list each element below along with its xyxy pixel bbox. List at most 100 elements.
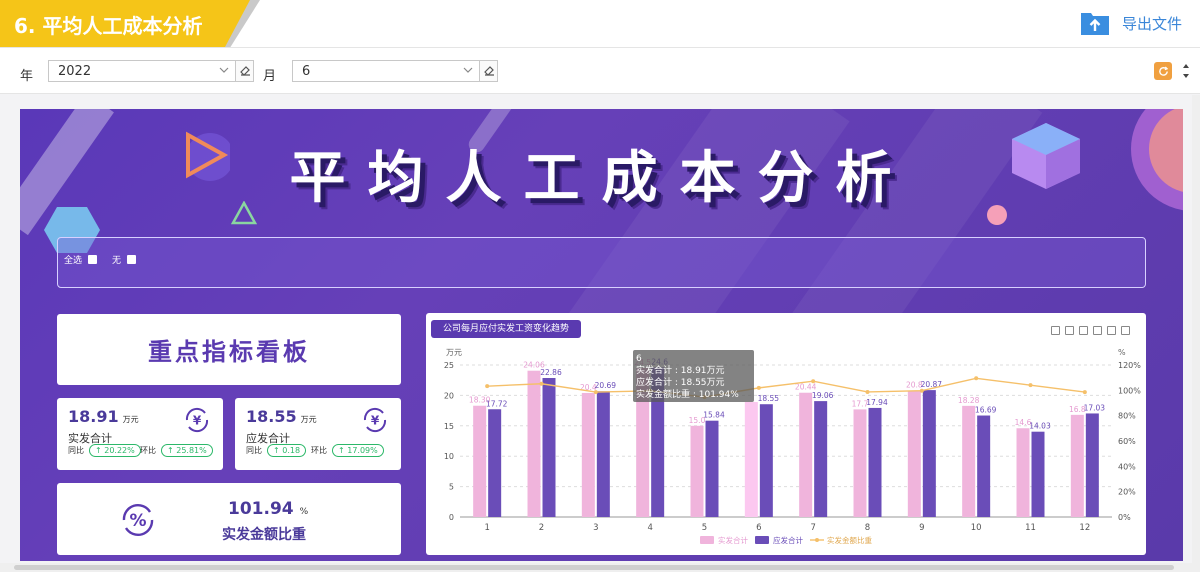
svg-text:¥: ¥ xyxy=(193,414,202,428)
status-badge: ↑ 17.09% xyxy=(332,444,384,457)
x-tick-label: 9 xyxy=(919,523,924,533)
month-value: 6 xyxy=(302,64,311,79)
percent-cycle-icon: % xyxy=(122,504,154,536)
export-label: 导出文件 xyxy=(1121,14,1182,33)
y-tick-label: 0 xyxy=(449,513,454,522)
page-title: 6. 平均人工成本分析 xyxy=(14,14,203,38)
ratio-name: 实发金额比重 xyxy=(222,527,306,543)
bar-actual xyxy=(853,409,867,517)
y2-tick-label: 0% xyxy=(1118,513,1131,522)
up-down-arrows-icon[interactable] xyxy=(1181,60,1191,82)
tooltip-line: 实发金额比重 : 101.94% xyxy=(636,390,739,400)
left-axis-unit: 万元 xyxy=(446,348,462,357)
y2-tick-label: 100% xyxy=(1118,386,1141,395)
checkbox-select-all[interactable]: 全选 xyxy=(64,253,98,266)
horizontal-scrollbar[interactable] xyxy=(0,563,1192,572)
x-tick-label: 8 xyxy=(865,523,870,533)
refresh-button[interactable] xyxy=(1154,62,1172,80)
point-ratio xyxy=(974,376,979,381)
x-tick-label: 11 xyxy=(1025,523,1036,533)
x-tick-label: 5 xyxy=(702,523,707,533)
yuan-coin-icon: ¥ xyxy=(363,407,387,433)
month-clear-button[interactable] xyxy=(480,60,498,82)
bar-payable xyxy=(759,404,773,517)
x-tick-label: 7 xyxy=(810,523,815,533)
chart-title: 公司每月应付实发工资变化趋势 xyxy=(431,320,582,338)
point-ratio xyxy=(919,388,924,393)
bar-actual xyxy=(527,370,541,517)
legend-swatch-actual xyxy=(700,536,714,544)
bar-actual xyxy=(473,405,487,517)
y2-tick-label: 120% xyxy=(1118,361,1141,370)
line-ratio xyxy=(487,377,1085,398)
top-bar: 6. 平均人工成本分析 导出文件 xyxy=(0,0,1200,48)
kpi-yoy: 同比 ↑ 20.22% xyxy=(68,444,141,457)
year-value: 2022 xyxy=(58,64,92,79)
dashboard-hero-title: 平均人工成本分析 xyxy=(289,146,914,211)
bar-actual xyxy=(907,390,921,517)
export-button[interactable]: 导出文件 xyxy=(1080,10,1182,36)
x-tick-label: 1 xyxy=(484,523,489,533)
checkbox-none[interactable]: 无 xyxy=(112,253,137,266)
y-tick-label: 10 xyxy=(444,452,454,461)
bar-actual xyxy=(1070,414,1084,517)
y-tick-label: 25 xyxy=(444,361,454,370)
bar-payable xyxy=(705,420,719,517)
data-label-payable: 17.72 xyxy=(486,399,508,408)
bar-switch-icon[interactable] xyxy=(1093,326,1102,335)
svg-text:¥: ¥ xyxy=(371,414,380,428)
bar-payable xyxy=(868,407,882,517)
legend-label-ratio: 实发金额比重 xyxy=(827,535,872,545)
restore-icon[interactable] xyxy=(1107,326,1116,335)
chart-tooltip: 6 实发合计 : 18.91万元 应发合计 : 18.55万元 实发金额比重 :… xyxy=(633,350,754,402)
bar-payable xyxy=(1085,413,1099,517)
upload-folder-icon xyxy=(1080,13,1109,35)
kpi-value: 18.55 万元 xyxy=(246,407,317,426)
data-label-payable: 18.55 xyxy=(758,394,780,403)
month-label: 月 xyxy=(263,69,277,84)
kpi-mom: 环比 ↑ 17.09% xyxy=(311,444,384,457)
bar-actual xyxy=(799,392,813,517)
point-ratio xyxy=(811,379,816,384)
checkbox-box[interactable] xyxy=(88,255,98,264)
title-tab: 6. 平均人工成本分析 xyxy=(0,0,260,47)
vertical-scrollbar[interactable] xyxy=(1192,95,1200,572)
checkbox-label: 无 xyxy=(112,256,122,266)
point-ratio xyxy=(593,390,598,395)
tooltip-line: 应发合计 : 18.55万元 xyxy=(636,378,725,388)
scrollbar-thumb[interactable] xyxy=(14,565,1174,570)
dashboard-canvas: 平均人工成本分析 全选 无 重点指标看板 18.91 万元 实发合计 同比 ↑ 20… xyxy=(20,109,1183,561)
bar-payable xyxy=(977,415,991,517)
bar-payable xyxy=(488,409,502,517)
save-image-icon[interactable] xyxy=(1121,326,1130,335)
month-select[interactable]: 6 xyxy=(292,60,480,82)
year-label: 年 xyxy=(20,69,34,84)
bar-payable xyxy=(922,390,936,517)
data-label-actual: 18.28 xyxy=(958,396,980,405)
data-view-icon[interactable] xyxy=(1065,326,1074,335)
year-select[interactable]: 2022 xyxy=(48,60,236,82)
tooltip-line: 实发合计 : 18.91万元 xyxy=(636,366,725,376)
x-tick-label: 10 xyxy=(971,523,982,533)
checkbox-box[interactable] xyxy=(127,255,137,264)
data-label-payable: 20.69 xyxy=(595,381,617,390)
data-label-payable: 22.86 xyxy=(540,368,562,377)
zoom-icon[interactable] xyxy=(1051,326,1060,335)
bar-actual xyxy=(690,425,704,517)
bar-actual xyxy=(962,405,976,517)
chevron-down-icon xyxy=(219,67,229,73)
filter-bar: 年 2022 月 6 xyxy=(0,48,1200,94)
trend-chart-card: 万元% 0 5 10 15 20 25 0% 20% 40% 60% 80% 100% 120% 18.30… xyxy=(426,313,1146,555)
point-ratio xyxy=(539,381,544,386)
x-tick-label: 3 xyxy=(593,523,598,533)
line-switch-icon[interactable] xyxy=(1079,326,1088,335)
kpi-value: 18.91 万元 xyxy=(68,407,139,426)
status-badge: ↑ 20.22% xyxy=(89,444,141,457)
y2-tick-label: 20% xyxy=(1118,488,1136,497)
checkbox-filter-panel: 全选 无 xyxy=(57,237,1146,288)
data-label-payable: 15.84 xyxy=(703,411,725,420)
svg-text:%: % xyxy=(129,511,146,531)
year-clear-button[interactable] xyxy=(236,60,254,82)
x-tick-label: 2 xyxy=(539,523,544,533)
tooltip-title: 6 xyxy=(636,354,642,364)
